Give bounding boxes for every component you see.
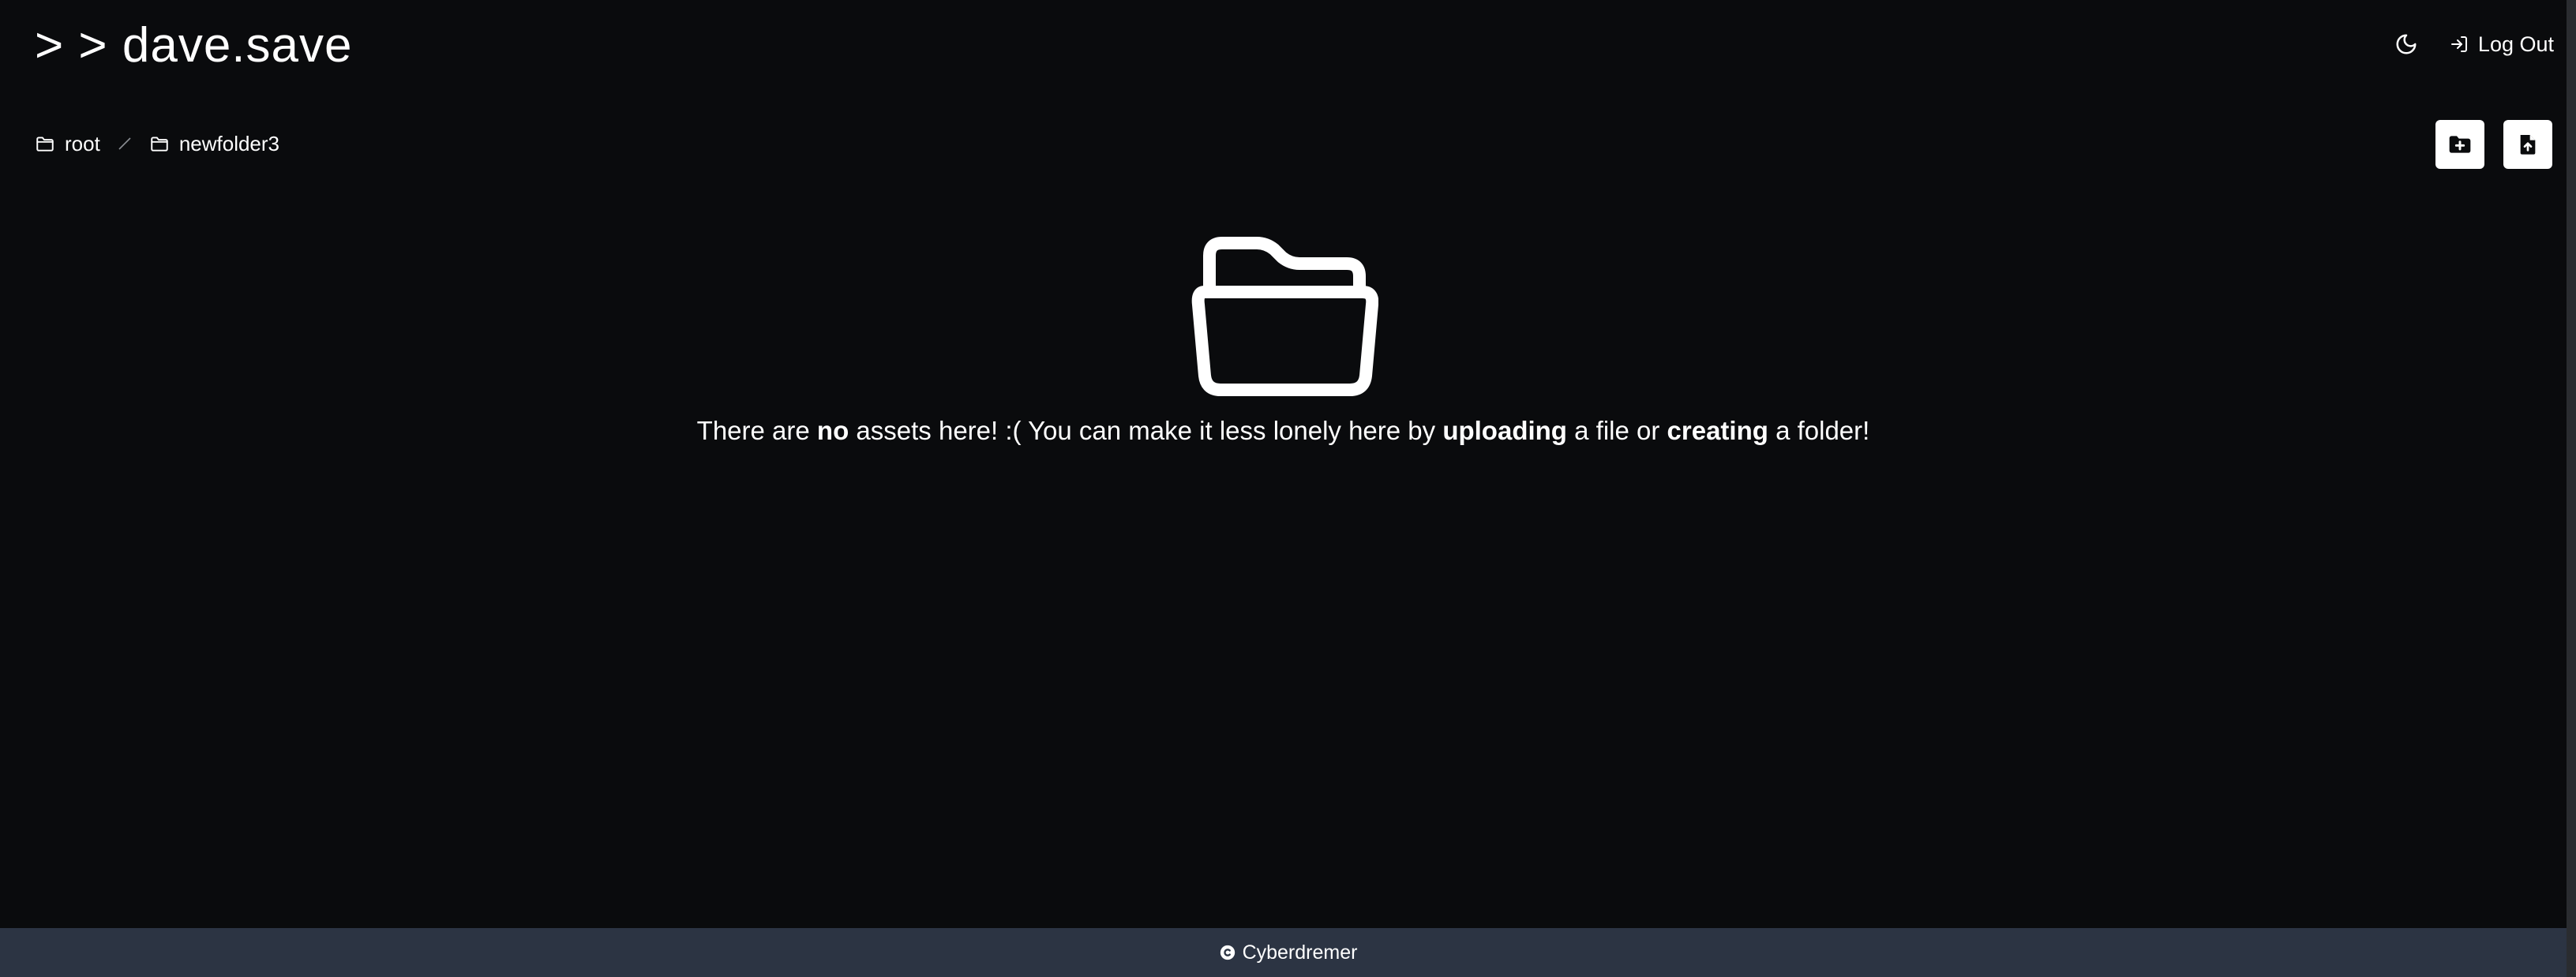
breadcrumb-item-root[interactable]: root <box>35 132 100 156</box>
folder-icon <box>36 137 54 152</box>
empty-text-emphasis: no <box>816 416 849 445</box>
app-title[interactable]: > > dave.save <box>35 14 353 77</box>
breadcrumb-item-newfolder3[interactable]: newfolder3 <box>149 132 279 156</box>
empty-text-part: There are <box>696 416 817 445</box>
folder-open-icon <box>1191 237 1378 396</box>
moon-icon <box>2396 34 2417 54</box>
empty-text-emphasis: uploading <box>1442 416 1567 445</box>
copyright-icon <box>1220 945 1235 960</box>
breadcrumb: root newfolder3 <box>35 128 279 159</box>
empty-text-part: assets here! :( You can make it less lon… <box>849 416 1443 445</box>
empty-text-emphasis: creating <box>1667 416 1768 445</box>
folder-icon <box>151 137 168 152</box>
empty-state-message: There are no assets here! :( You can mak… <box>0 414 2567 448</box>
breadcrumb-separator <box>116 135 133 152</box>
footer-label: Cyberdremer <box>1242 941 1358 964</box>
header-actions: Log Out <box>2394 24 2554 65</box>
file-upload-icon <box>2520 135 2536 155</box>
footer: Cyberdremer <box>0 928 2576 977</box>
logout-label: Log Out <box>2477 32 2554 56</box>
logout-icon <box>2450 36 2467 52</box>
scrollbar[interactable] <box>2567 0 2576 977</box>
toolbar <box>2435 120 2552 169</box>
theme-toggle-button[interactable] <box>2394 32 2418 56</box>
breadcrumb-label: newfolder3 <box>178 131 280 155</box>
empty-text-part: a file or <box>1566 416 1667 445</box>
breadcrumb-label: root <box>65 131 100 155</box>
upload-file-button[interactable] <box>2503 120 2552 169</box>
folder-plus-icon <box>2449 136 2471 153</box>
app-page: > > dave.save Log Out root newfolder3 Th… <box>0 0 2576 977</box>
empty-text-part: a folder! <box>1768 416 1870 445</box>
logout-button[interactable]: Log Out <box>2450 32 2554 57</box>
new-folder-button[interactable] <box>2435 120 2484 169</box>
